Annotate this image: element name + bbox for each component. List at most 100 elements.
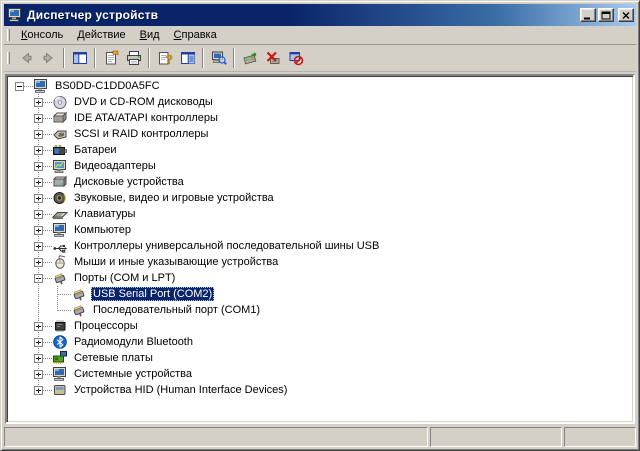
tree-connector — [34, 94, 52, 110]
tree-item[interactable]: IDE ATA/ATAPI контроллеры — [7, 110, 633, 126]
device-tree: BS0DD-C1DD0A5FC DVD и CD-ROM дисководы IDE… — [7, 76, 633, 422]
tree-item-label[interactable]: Дисковые устройства — [72, 175, 186, 189]
tree-connector — [34, 382, 52, 398]
usb-controller-icon — [52, 238, 68, 254]
device-tree-panel[interactable]: BS0DD-C1DD0A5FC DVD и CD-ROM дисководы IDE… — [5, 74, 635, 424]
tree-item[interactable]: USB Serial Port (COM2) — [7, 286, 633, 302]
tree-item[interactable]: Радиомодули Bluetooth — [7, 334, 633, 350]
tree-item-label[interactable]: Сетевые платы — [72, 351, 155, 365]
cdrom-drive-icon — [52, 94, 68, 110]
tree-item-label-selected[interactable]: USB Serial Port (COM2) — [91, 287, 214, 301]
tree-connector — [34, 270, 52, 286]
tree-item[interactable]: Компьютер — [7, 222, 633, 238]
tree-item-label[interactable]: Системные устройства — [72, 367, 194, 381]
tree-item-label[interactable]: Последовательный порт (COM1) — [91, 303, 262, 317]
tree-item-label[interactable]: Клавиатуры — [72, 207, 137, 221]
print-button[interactable] — [122, 47, 145, 69]
titlebar[interactable]: Диспетчер устройств — [4, 4, 636, 26]
toolbar-gripper[interactable] — [7, 52, 10, 64]
arrow-left-icon — [18, 50, 34, 66]
tree-item[interactable]: Батареи — [7, 142, 633, 158]
tree-item[interactable]: Системные устройства — [7, 366, 633, 382]
serial-port-icon — [71, 302, 87, 318]
back-button[interactable] — [14, 47, 37, 69]
scsi-controller-icon — [52, 126, 68, 142]
tree-item[interactable]: Клавиатуры — [7, 206, 633, 222]
tree-item[interactable]: Видеоадаптеры — [7, 158, 633, 174]
help-icon — [157, 50, 173, 66]
uninstall-device-button[interactable] — [261, 47, 284, 69]
tree-trunk-line — [57, 286, 58, 311]
tree-item-label[interactable]: SCSI и RAID контроллеры — [72, 127, 210, 141]
show-hide-console-tree-button[interactable] — [68, 47, 91, 69]
tree-item[interactable]: Последовательный порт (COM1) — [7, 302, 633, 318]
status-panel-mid — [430, 427, 562, 447]
computer-icon — [52, 222, 68, 238]
menu-bar: КонсольДействиеВидСправка — [4, 26, 636, 45]
tree-item[interactable]: SCSI и RAID контроллеры — [7, 126, 633, 142]
tree-item-label[interactable]: Видеоадаптеры — [72, 159, 158, 173]
disk-drive-icon — [52, 174, 68, 190]
tree-item-label[interactable]: Звуковые, видео и игровые устройства — [72, 191, 276, 205]
device-manager-app-icon — [7, 7, 23, 23]
serial-port-icon — [71, 286, 87, 302]
device-manager-window: Диспетчер устройств КонсольДействиеВидСп… — [0, 0, 640, 451]
tree-item-label[interactable]: DVD и CD-ROM дисководы — [72, 95, 215, 109]
tree-item-label[interactable]: Радиомодули Bluetooth — [72, 335, 195, 349]
tree-connector — [15, 78, 33, 94]
tree-item[interactable]: Процессоры — [7, 318, 633, 334]
menu-item-action[interactable]: Действие — [70, 27, 132, 44]
toolbar — [4, 45, 636, 72]
tree-connector — [53, 286, 71, 302]
tree-connector — [34, 142, 52, 158]
toolbar-separator — [233, 48, 235, 68]
tree-item-label[interactable]: Контроллеры универсальной последовательн… — [72, 239, 381, 253]
tree-item[interactable]: Контроллеры универсальной последовательн… — [7, 238, 633, 254]
toolbar-separator — [63, 48, 65, 68]
tree-item[interactable]: Мыши и иные указывающие устройства — [7, 254, 633, 270]
system-device-icon — [52, 366, 68, 382]
properties-button[interactable] — [99, 47, 122, 69]
battery-icon — [52, 142, 68, 158]
arrow-right-icon — [41, 50, 57, 66]
menu-item-help[interactable]: Справка — [167, 27, 224, 44]
minimize-icon — [583, 11, 593, 20]
tree-item[interactable]: BS0DD-C1DD0A5FC — [7, 78, 633, 94]
tree-item-label[interactable]: Батареи — [72, 143, 119, 157]
serial-port-icon — [52, 270, 68, 286]
menu-gripper[interactable] — [7, 29, 10, 41]
tree-item-label[interactable]: Компьютер — [72, 223, 133, 237]
minimize-button[interactable] — [580, 8, 596, 22]
tree-item-label[interactable]: IDE ATA/ATAPI контроллеры — [72, 111, 220, 125]
tree-item[interactable]: Сетевые платы — [7, 350, 633, 366]
maximize-button[interactable] — [598, 8, 614, 22]
forward-button[interactable] — [37, 47, 60, 69]
tree-item[interactable]: Устройства HID (Human Interface Devices) — [7, 382, 633, 398]
tree-item-label[interactable]: Процессоры — [72, 319, 140, 333]
help-button[interactable] — [153, 47, 176, 69]
tree-item-label[interactable]: Порты (COM и LPT) — [72, 271, 177, 285]
show-hide-action-pane-button[interactable] — [176, 47, 199, 69]
update-driver-button[interactable] — [238, 47, 261, 69]
menu-item-console[interactable]: Консоль — [14, 27, 70, 44]
menu-item-view[interactable]: Вид — [133, 27, 167, 44]
tree-connector — [34, 206, 52, 222]
disable-device-button[interactable] — [284, 47, 307, 69]
tree-item[interactable]: Дисковые устройства — [7, 174, 633, 190]
scan-hardware-changes-button[interactable] — [207, 47, 230, 69]
close-icon — [621, 11, 631, 20]
tree-item-label[interactable]: BS0DD-C1DD0A5FC — [53, 79, 162, 93]
tree-item-label[interactable]: Устройства HID (Human Interface Devices) — [72, 383, 289, 397]
status-panel-right — [564, 427, 636, 447]
network-card-icon — [52, 350, 68, 366]
mouse-icon — [52, 254, 68, 270]
expander-minus-icon[interactable] — [15, 82, 24, 91]
tree-item[interactable]: Порты (COM и LPT) — [7, 270, 633, 286]
tree-item-label[interactable]: Мыши и иные указывающие устройства — [72, 255, 280, 269]
close-button[interactable] — [618, 8, 634, 22]
tree-item[interactable]: DVD и CD-ROM дисководы — [7, 94, 633, 110]
video-adapter-icon — [52, 158, 68, 174]
bluetooth-icon — [52, 334, 68, 350]
tree-item[interactable]: Звуковые, видео и игровые устройства — [7, 190, 633, 206]
tree-connector — [34, 174, 52, 190]
